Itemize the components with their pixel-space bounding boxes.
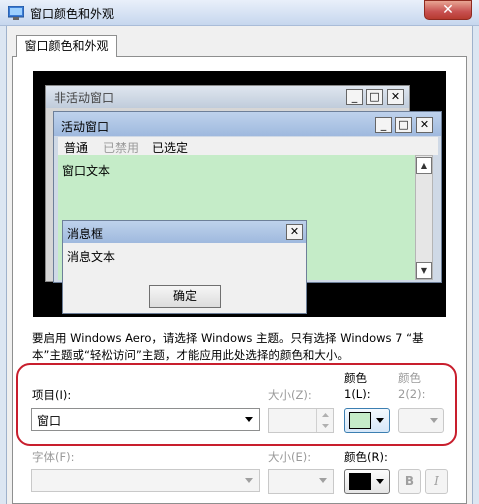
item-size-label: 大小(Z): bbox=[268, 388, 312, 402]
font-size-label: 大小(E): bbox=[268, 450, 312, 464]
item-select[interactable]: 窗口 bbox=[31, 408, 260, 431]
italic-button[interactable]: I bbox=[425, 469, 448, 494]
close-icon: ✕ bbox=[442, 2, 454, 18]
app-icon bbox=[8, 6, 24, 20]
color1-label-bottom: 1(L): bbox=[344, 387, 371, 401]
aero-description: 要启用 Windows Aero，请选择 Windows 主题。只有选择 Win… bbox=[32, 331, 424, 362]
font-size-select[interactable] bbox=[268, 469, 334, 494]
font-color-label: 颜色(R): bbox=[344, 450, 388, 464]
preview-menu-disabled[interactable]: 已禁用 bbox=[103, 139, 139, 156]
preview-inactive-title: 非活动窗口 bbox=[54, 91, 115, 105]
preview-menu-selected[interactable]: 已选定 bbox=[152, 139, 188, 156]
preview-menu-normal[interactable]: 普通 bbox=[64, 139, 88, 156]
preview-inactive-close-icon: ✕ bbox=[387, 89, 404, 105]
preview-message-close-icon: ✕ bbox=[286, 224, 303, 240]
preview-message-title: 消息框 bbox=[67, 227, 104, 241]
window-title: 窗口颜色和外观 bbox=[30, 7, 115, 21]
color1-swatch bbox=[349, 412, 371, 429]
font-select[interactable] bbox=[31, 469, 260, 492]
color2-button[interactable] bbox=[398, 408, 444, 433]
spinner-arrows-icon bbox=[322, 413, 329, 428]
preview-inactive-minimize-icon: _ bbox=[346, 89, 363, 105]
preview-active-close-icon: ✕ bbox=[416, 117, 433, 133]
chevron-down-icon bbox=[245, 417, 253, 422]
annotation-highlight bbox=[16, 363, 457, 446]
window-frame-right bbox=[473, 26, 479, 504]
bold-button[interactable]: B bbox=[398, 469, 421, 494]
scroll-up-icon[interactable]: ▲ bbox=[416, 157, 432, 174]
item-size-spinner[interactable] bbox=[316, 409, 333, 432]
font-label: 字体(F): bbox=[32, 450, 75, 464]
window-close-button[interactable]: ✕ bbox=[424, 0, 472, 20]
chevron-down-icon bbox=[376, 418, 384, 423]
preview-active-title: 活动窗口 bbox=[61, 120, 110, 134]
font-color-swatch bbox=[349, 473, 371, 490]
chevron-down-icon bbox=[376, 479, 384, 484]
preview-ok-button[interactable]: 确定 bbox=[149, 285, 221, 308]
preview-window-text: 窗口文本 bbox=[62, 164, 111, 178]
preview-inactive-maximize-icon: □ bbox=[366, 89, 383, 105]
preview-active-minimize-icon: _ bbox=[375, 117, 392, 133]
item-select-value: 窗口 bbox=[37, 414, 62, 428]
chevron-down-icon bbox=[319, 478, 327, 483]
chevron-down-icon bbox=[430, 418, 438, 423]
color2-label-top: 颜色 bbox=[398, 371, 421, 385]
color2-label-bottom: 2(2): bbox=[398, 387, 426, 401]
chevron-down-icon bbox=[245, 478, 253, 483]
preview-active-maximize-icon: □ bbox=[395, 117, 412, 133]
color1-label-top: 颜色 bbox=[344, 371, 367, 385]
tab-window-color[interactable]: 窗口颜色和外观 bbox=[16, 35, 117, 57]
preview-message-text: 消息文本 bbox=[67, 250, 116, 264]
scroll-down-icon[interactable]: ▼ bbox=[416, 262, 432, 279]
item-label: 项目(I): bbox=[32, 388, 72, 402]
